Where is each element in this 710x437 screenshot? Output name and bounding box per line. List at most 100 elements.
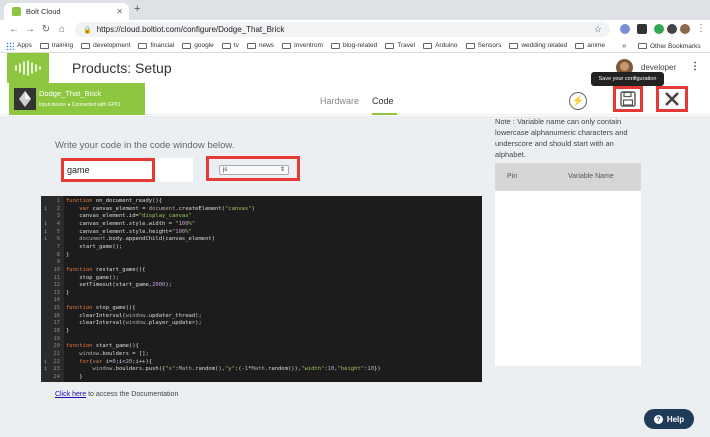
code-line[interactable]: 8} (41, 252, 482, 260)
bookmark-folder[interactable]: anime (575, 42, 605, 49)
bookmark-apps[interactable]: Apps (6, 41, 32, 50)
tab-close-icon[interactable]: ✕ (116, 7, 123, 16)
bookmark-folder[interactable]: Arduino (423, 42, 458, 49)
extension-icon[interactable] (667, 24, 677, 34)
new-tab-icon[interactable]: + (134, 3, 140, 15)
code-line[interactable]: 23 i window.boulders.push({"x":Math.rando… (41, 366, 482, 374)
tab-hardware[interactable]: Hardware (320, 96, 359, 106)
browser-tab[interactable]: Bolt Cloud ✕ (4, 3, 129, 20)
user-name[interactable]: developer (641, 63, 676, 72)
info-marker-icon[interactable]: i (44, 206, 47, 214)
line-number: 10 (53, 266, 60, 273)
info-marker-icon[interactable]: i (44, 359, 47, 367)
code-line[interactable]: 11 stop_game(); (41, 275, 482, 283)
info-marker-icon[interactable]: i (44, 229, 47, 237)
code-text: function restart_game(){ (66, 266, 146, 273)
extension-icon[interactable] (620, 24, 630, 34)
folder-icon (282, 42, 292, 49)
info-marker-icon[interactable]: i (44, 221, 47, 229)
more-options-icon[interactable]: ⋮ (690, 61, 700, 72)
extension-icon[interactable] (654, 24, 664, 34)
code-editor[interactable]: 1 function on_document_ready(){2 i var can… (41, 196, 482, 382)
code-line[interactable]: 6i document.body.appendChild(canvas_elem… (41, 236, 482, 244)
close-button[interactable] (656, 86, 688, 112)
code-line[interactable]: 21 window.boulders = []; (41, 351, 482, 359)
bookmark-folder[interactable]: Sensors (465, 42, 501, 49)
documentation-link[interactable]: Click here (55, 391, 86, 398)
code-line[interactable]: 14 (41, 297, 482, 305)
code-line[interactable]: 9 (41, 259, 482, 267)
extension-icon[interactable] (637, 24, 647, 34)
code-line[interactable]: 7 start_game(); (41, 244, 482, 252)
code-text: canvas_element.style.width = "100%" (66, 220, 196, 227)
code-text: start_game(); (66, 243, 123, 250)
code-line[interactable]: 3 canvas_element.id="display_canvas" (41, 213, 482, 221)
bookmark-folder[interactable]: google (182, 42, 214, 49)
bookmark-folder[interactable]: financial (138, 42, 174, 49)
line-number: 3 (56, 213, 60, 220)
address-bar[interactable]: 🔒 https://cloud.boltiot.com/configure/Do… (75, 22, 610, 37)
tab-code[interactable]: Code (372, 96, 394, 106)
browser-menu-icon[interactable]: ⋮ (693, 23, 709, 34)
save-button[interactable] (613, 86, 643, 112)
device-thumbnail (14, 88, 36, 110)
active-tab-indicator (372, 113, 397, 115)
code-line[interactable]: 4i canvas_element.style.width = "100%" (41, 221, 482, 229)
code-line[interactable]: 10 function restart_game(){ (41, 267, 482, 275)
question-icon: ? (653, 414, 663, 424)
language-select[interactable]: js ⇕ (219, 165, 289, 175)
bookmark-folder[interactable]: news (246, 42, 274, 49)
home-icon[interactable]: ⌂ (54, 24, 70, 35)
profile-avatar-icon[interactable] (680, 24, 690, 34)
bolt-lightning-icon[interactable]: ⚡ (569, 92, 587, 110)
code-line[interactable]: 12 setTimeout(start_game,2000); (41, 282, 482, 290)
bookmark-folder[interactable]: Travel (385, 42, 415, 49)
code-line[interactable]: 13} (41, 290, 482, 298)
line-number: 1 (56, 198, 60, 204)
code-line[interactable]: 1 function on_document_ready(){ (41, 198, 482, 206)
code-line[interactable]: 15 function stop_game(){ (41, 305, 482, 313)
bolt-favicon-icon (12, 7, 21, 16)
bookmark-folder[interactable]: training (39, 42, 73, 49)
info-marker-icon[interactable]: i (44, 236, 47, 244)
device-name: Dodge_That_Brick (39, 89, 102, 98)
url-text: https://cloud.boltiot.com/configure/Dodg… (96, 25, 285, 34)
bookmark-folder[interactable]: Inventrom (282, 42, 323, 49)
help-button[interactable]: ? Help (644, 409, 694, 429)
code-line[interactable]: 19 (41, 336, 482, 344)
folder-icon (575, 42, 585, 49)
device-diamond-icon (19, 91, 31, 107)
documentation-line: Click here to access the Documentation (55, 391, 178, 398)
code-line[interactable]: 2i var canvas_element = document.createE… (41, 206, 482, 214)
code-line[interactable]: 5i canvas_element.style.height="100%" (41, 229, 482, 237)
code-text: } (66, 328, 70, 335)
code-text: function start_game(){ (66, 343, 139, 350)
browser-tab-bar: Bolt Cloud ✕ + (0, 0, 710, 20)
bookmark-folder[interactable]: development (81, 42, 130, 49)
file-name-field-wrap (61, 158, 193, 182)
code-line[interactable]: 17 clearInterval(window.player_updater); (41, 320, 482, 328)
code-line[interactable]: 16 clearInterval(window.updater_thread); (41, 313, 482, 321)
back-icon[interactable]: ← (6, 24, 22, 35)
file-name-input[interactable] (61, 158, 155, 182)
folder-icon (246, 42, 256, 49)
bookmark-folder[interactable]: blog-related (330, 42, 377, 49)
info-marker-icon[interactable]: i (44, 366, 47, 374)
bookmark-folder[interactable]: tv (221, 42, 239, 49)
column-pin: Pin (507, 173, 518, 180)
reload-icon[interactable]: ↻ (38, 24, 54, 35)
bookmark-star-icon[interactable]: ☆ (594, 24, 602, 35)
more-bookmarks-button[interactable]: » (622, 41, 626, 50)
code-text: } (66, 251, 70, 258)
other-bookmarks[interactable]: Other Bookmarks (638, 39, 701, 53)
code-line[interactable]: 18} (41, 328, 482, 336)
bolt-logo-icon[interactable] (7, 53, 49, 83)
folder-icon (81, 42, 91, 49)
code-line[interactable]: 24 } (41, 374, 482, 382)
code-line[interactable]: 22 i for(var i=0;i<20;i++){ (41, 359, 482, 367)
bookmark-folder[interactable]: wedding related (509, 42, 567, 49)
code-text: canvas_element.style.height="100%" (66, 228, 192, 235)
forward-icon[interactable]: → (22, 24, 38, 35)
code-line[interactable]: 20 function start_game(){ (41, 343, 482, 351)
line-number: 14 (53, 297, 60, 304)
